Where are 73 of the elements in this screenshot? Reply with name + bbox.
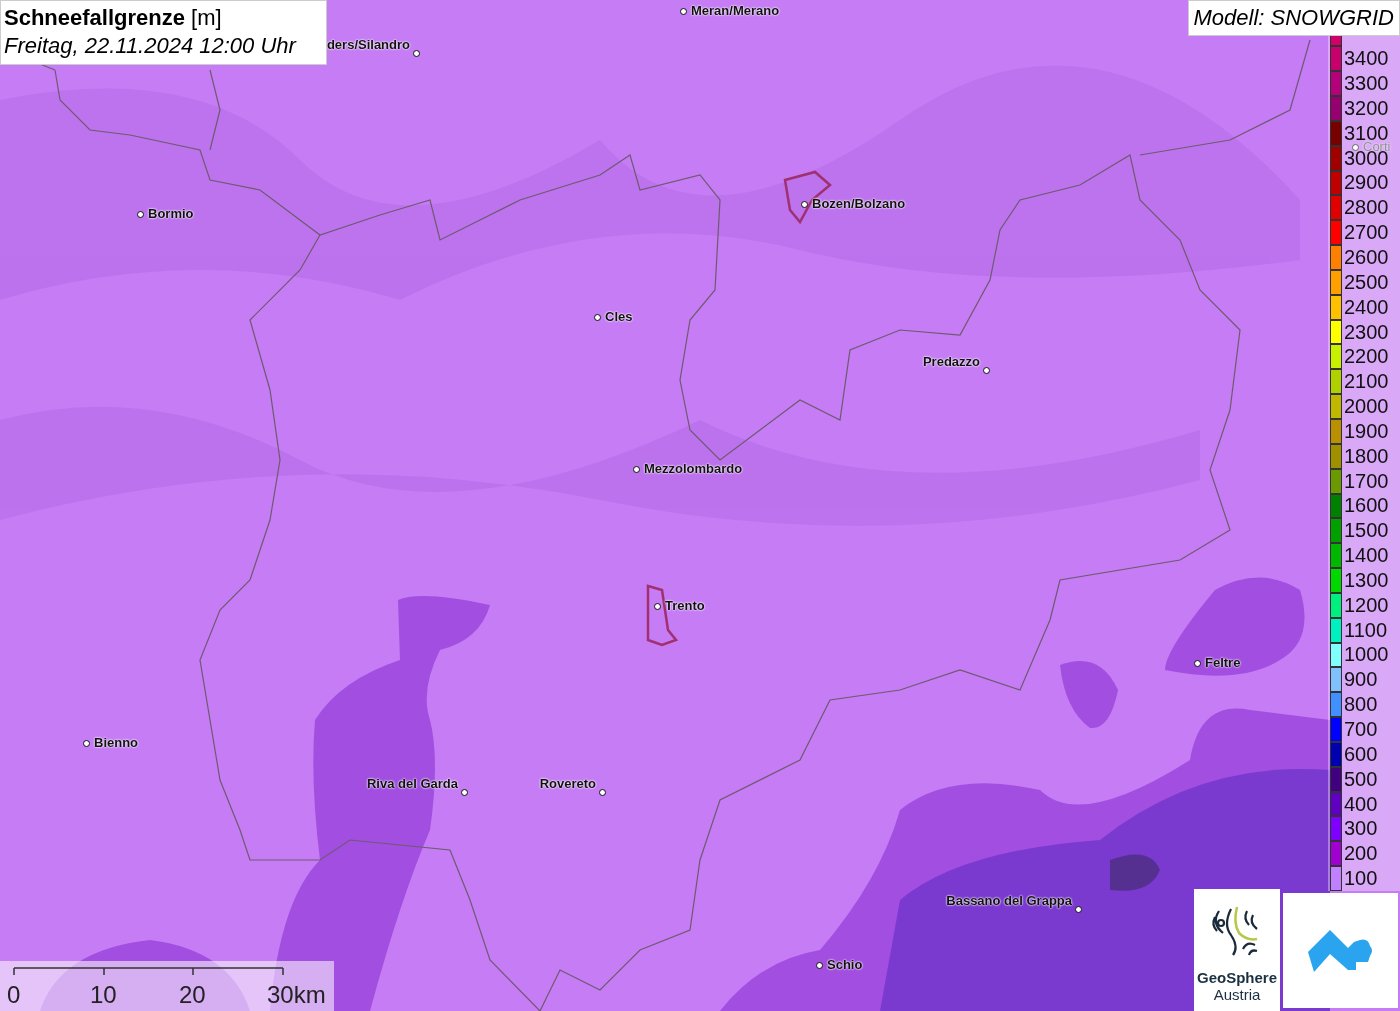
city-label: Rovereto [539,776,596,792]
city-label: Bassano del Grappa [946,893,1072,909]
legend-value: 3200 [1344,99,1389,117]
city-marker-icon [816,962,823,969]
city-marker-icon [594,314,601,321]
legend-value: 700 [1344,721,1378,738]
legend-value: 2500 [1344,273,1389,291]
legend-value: 1000 [1344,646,1389,664]
city-marker-icon [599,789,606,796]
legend-value: 2000 [1344,398,1389,416]
legend-value: 2700 [1344,224,1389,242]
scale-label: 20 [179,981,206,1009]
city-label: Bormio [148,206,194,222]
city-label: Bozen/Bolzano [812,196,906,212]
legend-value: 2800 [1344,199,1389,217]
legend-value: 2900 [1344,174,1389,192]
legend-value: 900 [1344,671,1378,689]
city-label: Riva del Garda [366,776,458,792]
city-marker-icon [1352,144,1359,151]
legend-value: 1600 [1344,497,1389,515]
legend-value: 2100 [1344,373,1389,391]
map-title: Schneefallgrenze [m] [4,4,223,32]
mountain-cloud-icon [1307,927,1374,974]
model-label: Modell: SNOWGRID [1187,0,1400,36]
legend-value: 2300 [1344,323,1389,341]
legend-value: 1300 [1344,571,1389,589]
city-label: Predazzo [922,354,980,370]
legend-value: 300 [1344,820,1378,838]
legend-value: 100 [1344,870,1378,888]
city-marker-icon [654,603,661,610]
legend-value: 2200 [1344,348,1389,366]
legend-value: 1400 [1344,547,1389,565]
city-marker-icon [1075,906,1082,913]
city-marker-icon [983,367,990,374]
logo-text: GeoSphere [1197,969,1277,986]
city-label: Schio [827,957,863,973]
scale-label: 0 [7,981,21,1009]
city-label: Cles [605,309,633,325]
scale-label: 30km [267,981,326,1009]
legend-value: 2400 [1344,298,1389,316]
legend-value: 3300 [1344,75,1389,93]
city-marker-icon [680,8,687,15]
city-marker-icon [801,201,808,208]
legend-value: 800 [1344,696,1378,714]
forecast-time: Freitag, 22.11.2024 12:00 Uhr [4,32,298,60]
city-label: ders/Silandro [326,37,410,53]
scale-label: 10 [90,981,117,1009]
city-marker-icon [83,740,90,747]
city-label: Trento [665,598,705,614]
legend-value: 400 [1344,795,1378,813]
city-label: Feltre [1205,655,1241,671]
legend-value: 600 [1344,745,1378,763]
city-label: Mezzolombardo [644,461,743,477]
city-marker-icon [413,50,420,57]
legend-value: 1700 [1344,472,1389,490]
legend-value: 1800 [1344,447,1389,465]
legend-value: 1500 [1344,522,1389,540]
city-marker-icon [633,466,640,473]
legend-value: 3100 [1344,124,1389,142]
legend-value: 2600 [1344,249,1389,266]
legend-value: 1900 [1344,422,1389,440]
legend-value: 1100 [1344,621,1387,639]
legend-value: 1200 [1344,596,1389,614]
city-marker-icon [461,789,468,796]
legend-swatch [1330,36,1342,47]
city-label: Bienno [94,735,139,751]
city-marker-icon [1194,660,1201,667]
logo-subtext: Austria [1213,986,1261,1003]
city-label: Meran/Merano [691,3,780,19]
legend-value: 200 [1344,845,1378,863]
legend-value: 3400 [1344,50,1389,68]
legend-value: 500 [1344,770,1378,788]
city-marker-icon [137,211,144,218]
